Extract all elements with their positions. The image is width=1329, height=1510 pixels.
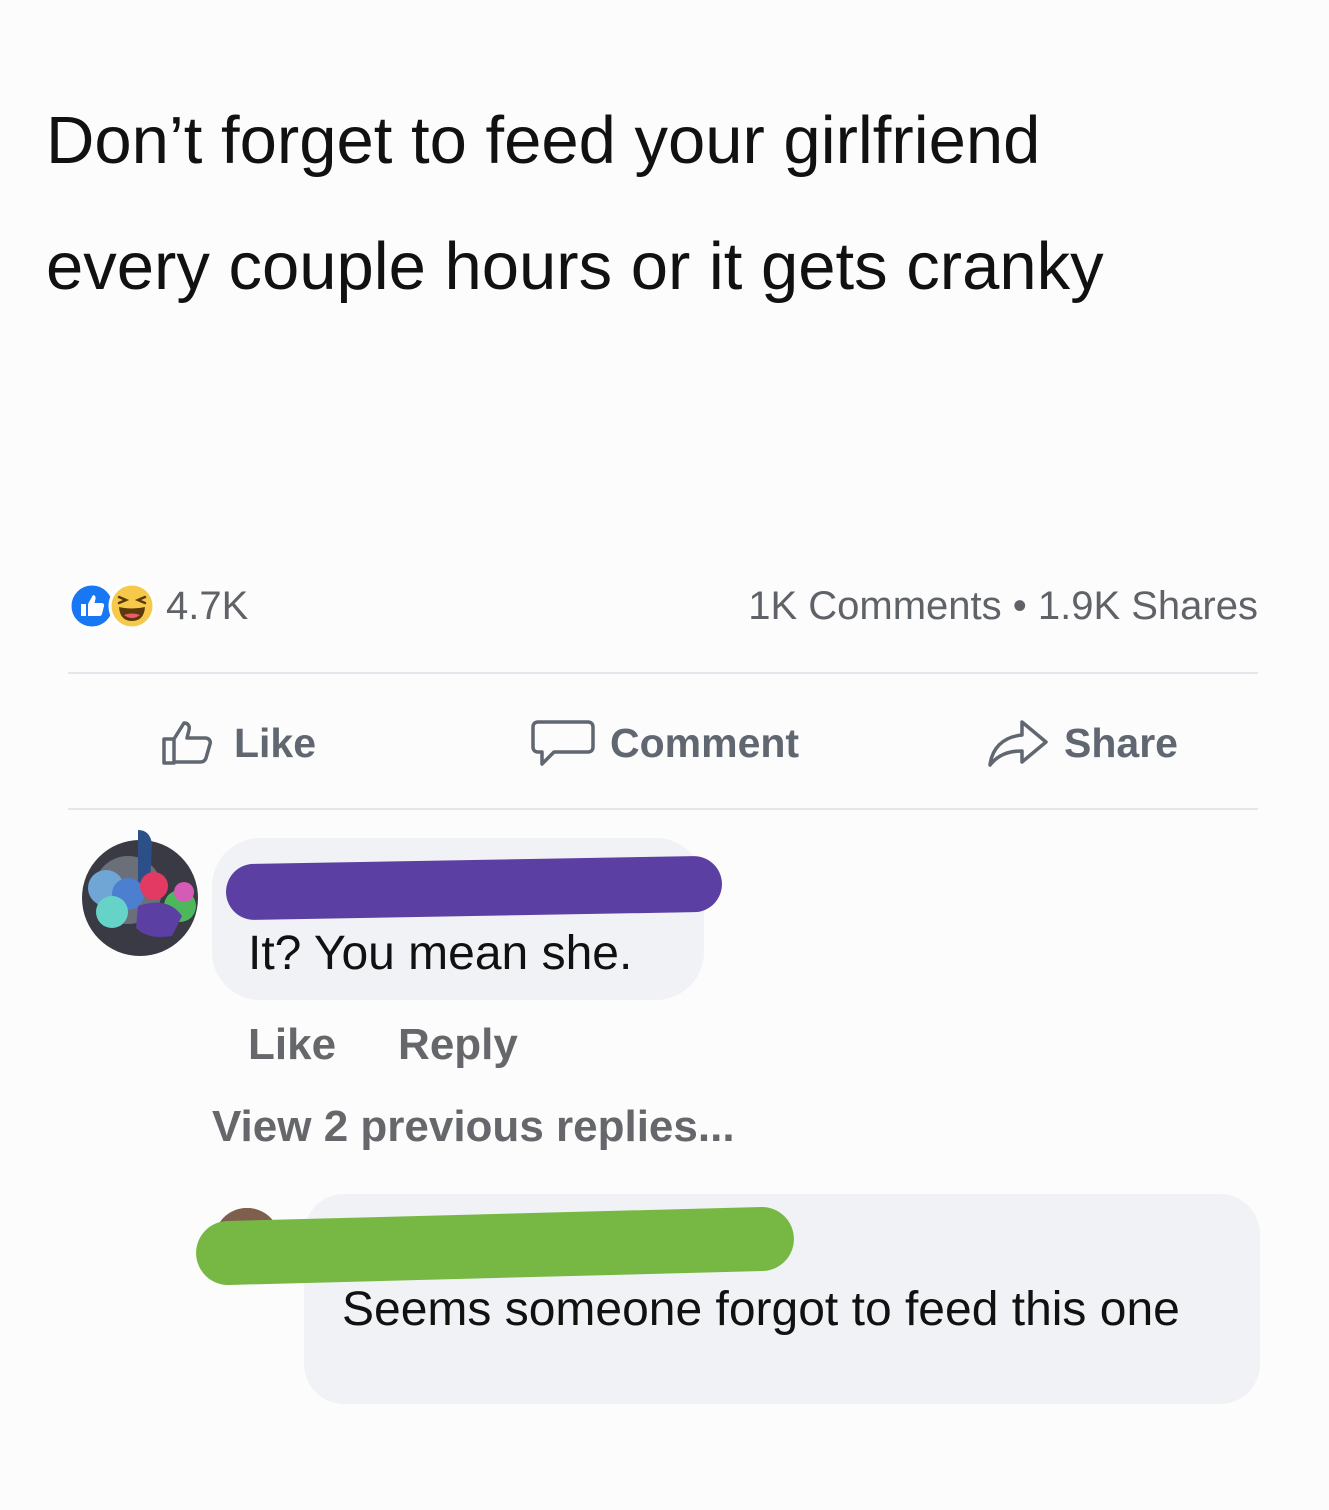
view-previous-replies-link[interactable]: View 2 previous replies... bbox=[212, 1102, 735, 1152]
reply-text: Seems someone forgot to feed this one bbox=[342, 1283, 1180, 1336]
share-button[interactable]: Share bbox=[986, 718, 1178, 768]
reaction-summary[interactable]: 4.7K bbox=[68, 582, 248, 630]
avatar-scribble-graphic bbox=[82, 830, 198, 956]
comment-button-label: Comment bbox=[610, 719, 800, 766]
post-text-line-1: Don’t forget to feed your girlfriend bbox=[46, 103, 1041, 178]
divider bbox=[68, 808, 1258, 810]
comment-like-link[interactable]: Like bbox=[248, 1020, 336, 1070]
comment-reply-link[interactable]: Reply bbox=[398, 1020, 518, 1070]
thumbs-up-icon bbox=[162, 721, 212, 765]
post-actions-bar: Like Comment Share bbox=[68, 700, 1258, 786]
like-button-label: Like bbox=[234, 719, 317, 766]
comment-button[interactable]: Comment bbox=[530, 718, 799, 768]
haha-reaction-icon bbox=[108, 582, 156, 630]
comment-text: It? You mean she. bbox=[248, 927, 633, 980]
name-redaction-scribble bbox=[225, 855, 723, 921]
reaction-count: 4.7K bbox=[166, 583, 249, 628]
comments-shares-count[interactable]: 1K Comments • 1.9K Shares bbox=[748, 584, 1258, 629]
reaction-icons bbox=[68, 582, 156, 630]
divider bbox=[68, 672, 1258, 674]
share-button-label: Share bbox=[1064, 719, 1178, 766]
like-button[interactable]: Like bbox=[160, 719, 316, 767]
post-text: Don’t forget to feed your girlfriend eve… bbox=[46, 78, 1306, 330]
speech-bubble-icon bbox=[531, 720, 595, 766]
avatar[interactable] bbox=[68, 810, 218, 960]
post-text-line-2: every couple hours or it gets cranky bbox=[46, 229, 1104, 304]
comment-actions: Like Reply bbox=[248, 1020, 518, 1070]
share-arrow-icon bbox=[988, 720, 1048, 767]
post-stats-bar: 4.7K 1K Comments • 1.9K Shares bbox=[68, 578, 1258, 634]
